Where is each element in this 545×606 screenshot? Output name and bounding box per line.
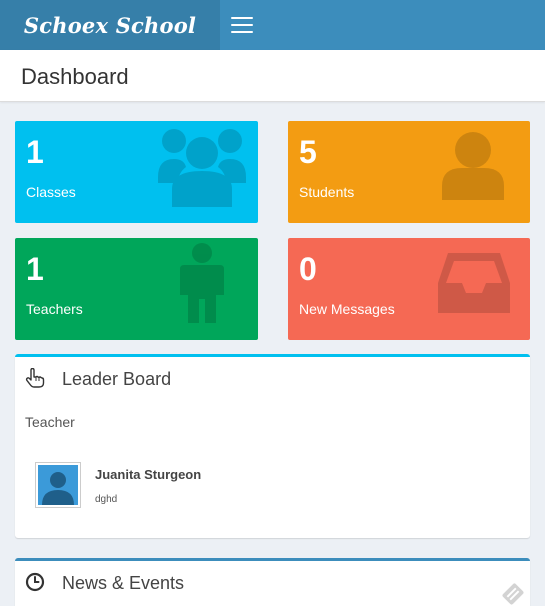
leader-subtitle: dghd xyxy=(95,494,118,505)
app-logo[interactable]: Schoex School xyxy=(0,0,220,50)
news-events-panel: News & Events xyxy=(15,558,530,606)
page-title: Dashboard xyxy=(21,64,129,89)
tag-icon xyxy=(502,583,524,605)
leader-board-section-label: Teacher xyxy=(25,414,75,430)
users-icon xyxy=(158,129,246,207)
hamburger-icon xyxy=(231,17,253,33)
messages-count: 0 xyxy=(299,251,317,287)
classes-stat-tile[interactable]: 1 Classes xyxy=(15,121,258,223)
leader-board-header: Leader Board xyxy=(15,357,530,401)
news-events-header: News & Events xyxy=(15,561,530,605)
classes-label: Classes xyxy=(26,184,76,200)
teachers-stat-tile[interactable]: 1 Teachers xyxy=(15,238,258,340)
news-events-title: News & Events xyxy=(62,573,185,593)
students-stat-tile[interactable]: 5 Students xyxy=(288,121,530,223)
messages-stat-tile[interactable]: 0 New Messages xyxy=(288,238,530,340)
leader-name[interactable]: Juanita Sturgeon xyxy=(95,467,201,482)
sidebar-toggle-button[interactable] xyxy=(220,0,264,50)
leader-board-title: Leader Board xyxy=(62,369,172,389)
teachers-label: Teachers xyxy=(26,301,83,317)
students-count: 5 xyxy=(299,134,317,170)
inbox-icon xyxy=(438,253,510,313)
leader-board-panel: Leader Board Teacher Juanita Sturgeon dg… xyxy=(15,354,530,538)
top-navbar: Schoex School xyxy=(0,0,545,50)
students-label: Students xyxy=(299,184,355,200)
teachers-count: 1 xyxy=(26,251,44,287)
leader-avatar[interactable] xyxy=(35,462,81,508)
classes-count: 1 xyxy=(26,134,44,170)
user-icon xyxy=(442,132,504,200)
messages-label: New Messages xyxy=(299,301,395,317)
content-header: Dashboard xyxy=(0,50,545,102)
hand-pointer-icon xyxy=(25,368,45,388)
avatar-icon xyxy=(38,465,78,505)
male-icon xyxy=(180,243,224,323)
clock-icon xyxy=(25,572,45,592)
